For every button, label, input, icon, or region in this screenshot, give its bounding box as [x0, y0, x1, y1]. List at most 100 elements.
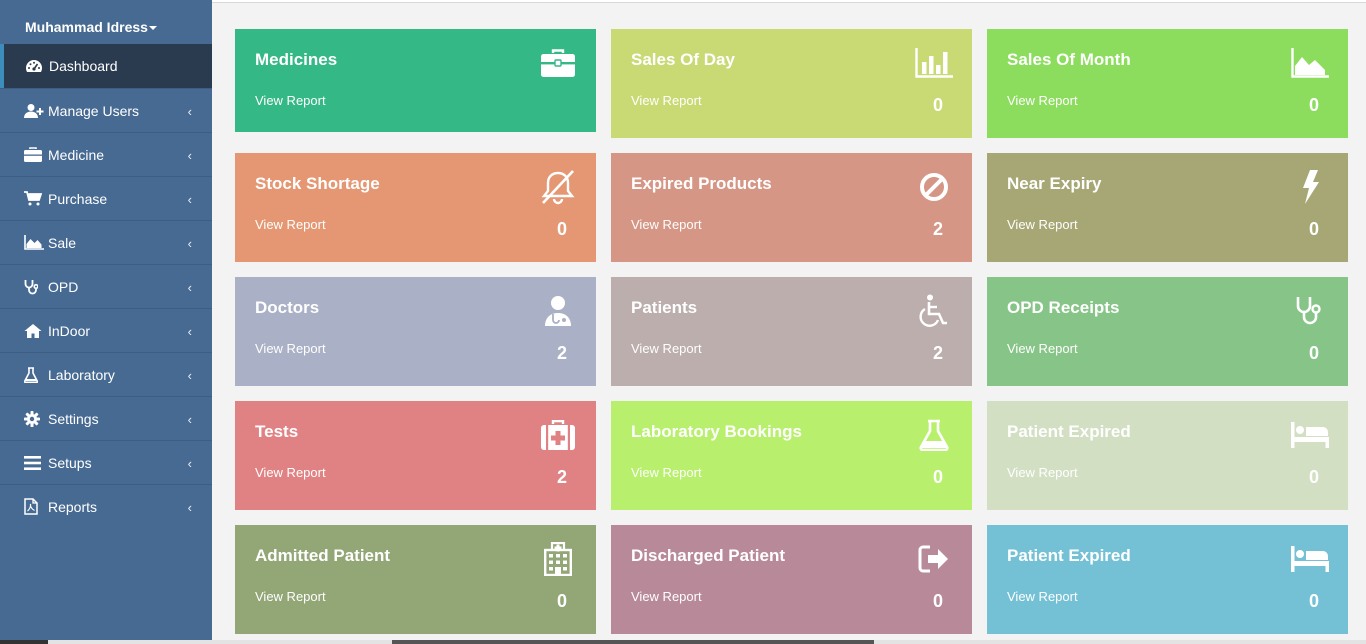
- sidebar-item-label: Manage Users: [48, 102, 140, 119]
- view-report-link[interactable]: View Report: [1007, 341, 1078, 356]
- wheelchair-icon: [914, 293, 954, 329]
- view-report-link[interactable]: View Report: [255, 465, 326, 480]
- ban-icon: [914, 169, 954, 205]
- tile-value: 0: [556, 219, 567, 239]
- tile-value: 2: [556, 467, 567, 487]
- tile-value: 0: [932, 591, 943, 611]
- tile-tests: Tests View Report 2: [235, 401, 596, 510]
- tile-value: 0: [1308, 467, 1319, 487]
- sidebar-item-label: Dashboard: [49, 58, 118, 74]
- tile-patient-expired: Patient Expired View Report 0: [987, 401, 1348, 510]
- tile-patients: Patients View Report 2: [611, 277, 972, 386]
- bottom-edge-segment: [0, 640, 48, 644]
- tile-value: 2: [556, 343, 567, 363]
- sidebar-item-indoor[interactable]: InDoor ‹: [0, 308, 212, 352]
- briefcase-icon: [24, 147, 46, 162]
- area-chart-icon: [1290, 45, 1330, 81]
- stethoscope-icon: [1290, 293, 1330, 329]
- tile-value: 2: [932, 343, 943, 363]
- sidebar-item-reports[interactable]: Reports ‹: [0, 484, 212, 528]
- sidebar-item-opd[interactable]: OPD ‹: [0, 264, 212, 308]
- sidebar-item-setups[interactable]: Setups ‹: [0, 440, 212, 484]
- stethoscope-icon: [24, 279, 46, 295]
- bed-icon: [1290, 541, 1330, 577]
- tile-value: 2: [932, 219, 943, 239]
- chevron-left-icon: ‹: [187, 368, 192, 383]
- tile-sales-of-day: Sales Of Day View Report 0: [611, 29, 972, 138]
- chevron-left-icon: ‹: [187, 456, 192, 471]
- hospital-icon: [538, 541, 578, 577]
- tile-value: 0: [1308, 343, 1319, 363]
- user-plus-icon: [24, 103, 46, 119]
- view-report-link[interactable]: View Report: [631, 589, 702, 604]
- tile-discharged-patient: Discharged Patient View Report 0: [611, 525, 972, 634]
- tile-value: 0: [556, 591, 567, 611]
- tile-title: Patient Expired: [1007, 422, 1131, 441]
- chevron-left-icon: ‹: [187, 104, 192, 119]
- tile-title: Sales Of Day: [631, 50, 735, 69]
- tile-value: 0: [1308, 219, 1319, 239]
- sidebar-item-label: Settings: [48, 410, 99, 427]
- view-report-link[interactable]: View Report: [255, 93, 326, 108]
- chevron-left-icon: ‹: [187, 148, 192, 163]
- view-report-link[interactable]: View Report: [255, 341, 326, 356]
- view-report-link[interactable]: View Report: [1007, 217, 1078, 232]
- sidebar-item-sale[interactable]: Sale ‹: [0, 220, 212, 264]
- view-report-link[interactable]: View Report: [631, 465, 702, 480]
- view-report-link[interactable]: View Report: [1007, 465, 1078, 480]
- bar-chart-icon: [914, 45, 954, 81]
- tile-stock-shortage: Stock Shortage View Report 0: [235, 153, 596, 262]
- sidebar-item-label: InDoor: [48, 322, 91, 339]
- user-name: Muhammad Idress: [25, 19, 148, 35]
- sidebar-item-label: Medicine: [48, 146, 105, 163]
- view-report-link[interactable]: View Report: [631, 93, 702, 108]
- chevron-left-icon: ‹: [187, 280, 192, 295]
- view-report-link[interactable]: View Report: [631, 341, 702, 356]
- tile-value: 0: [1308, 95, 1319, 115]
- sidebar-item-medicine[interactable]: Medicine ‹: [0, 132, 212, 176]
- view-report-link[interactable]: View Report: [631, 217, 702, 232]
- view-report-link[interactable]: View Report: [255, 217, 326, 232]
- bell-slash-icon: [538, 169, 578, 205]
- tile-title: Expired Products: [631, 174, 772, 193]
- view-report-link[interactable]: View Report: [1007, 589, 1078, 604]
- tile-admitted-patient: Admitted Patient View Report 0: [235, 525, 596, 634]
- view-report-link[interactable]: View Report: [1007, 93, 1078, 108]
- tile-title: Stock Shortage: [255, 174, 380, 193]
- sidebar-item-label: Setups: [48, 454, 92, 471]
- sidebar-item-settings[interactable]: Settings ‹: [0, 396, 212, 440]
- chevron-left-icon: ‹: [187, 412, 192, 427]
- dashboard-icon: [25, 58, 47, 74]
- caret-down-icon: [148, 26, 157, 31]
- tile-sales-of-month: Sales Of Month View Report 0: [987, 29, 1348, 138]
- tile-laboratory-bookings: Laboratory Bookings View Report 0: [611, 401, 972, 510]
- area-chart-icon: [24, 235, 46, 250]
- tile-value: 0: [1308, 591, 1319, 611]
- chevron-left-icon: ‹: [187, 500, 192, 515]
- tile-title: Sales Of Month: [1007, 50, 1131, 69]
- sidebar-item-dashboard[interactable]: Dashboard: [0, 44, 212, 88]
- sign-out-icon: [914, 541, 954, 577]
- flask-icon: [914, 417, 954, 453]
- tile-title: Admitted Patient: [255, 546, 391, 565]
- tile-value: 0: [932, 95, 943, 115]
- sidebar-item-purchase[interactable]: Purchase ‹: [0, 176, 212, 220]
- medkit-icon: [538, 45, 578, 81]
- tile-patient-expired-2: Patient Expired View Report 0: [987, 525, 1348, 634]
- sidebar-item-label: Sale: [48, 234, 77, 251]
- view-report-link[interactable]: View Report: [255, 589, 326, 604]
- tile-medicines: Medicines View Report: [235, 29, 596, 132]
- tile-title: OPD Receipts: [1007, 298, 1120, 317]
- cart-icon: [24, 191, 46, 206]
- tile-near-expiry: Near Expiry View Report 0: [987, 153, 1348, 262]
- sidebar: Muhammad Idress Dashboard Manage Users ‹…: [0, 0, 212, 644]
- sidebar-item-laboratory[interactable]: Laboratory ‹: [0, 352, 212, 396]
- user-menu[interactable]: Muhammad Idress: [0, 0, 212, 44]
- tile-expired-products: Expired Products View Report 2: [611, 153, 972, 262]
- tile-value: 0: [932, 467, 943, 487]
- first-aid-icon: [538, 417, 578, 453]
- tile-doctors: Doctors View Report 2: [235, 277, 596, 386]
- pdf-file-icon: [24, 498, 46, 515]
- sidebar-item-manage-users[interactable]: Manage Users ‹: [0, 88, 212, 132]
- home-icon: [24, 323, 46, 338]
